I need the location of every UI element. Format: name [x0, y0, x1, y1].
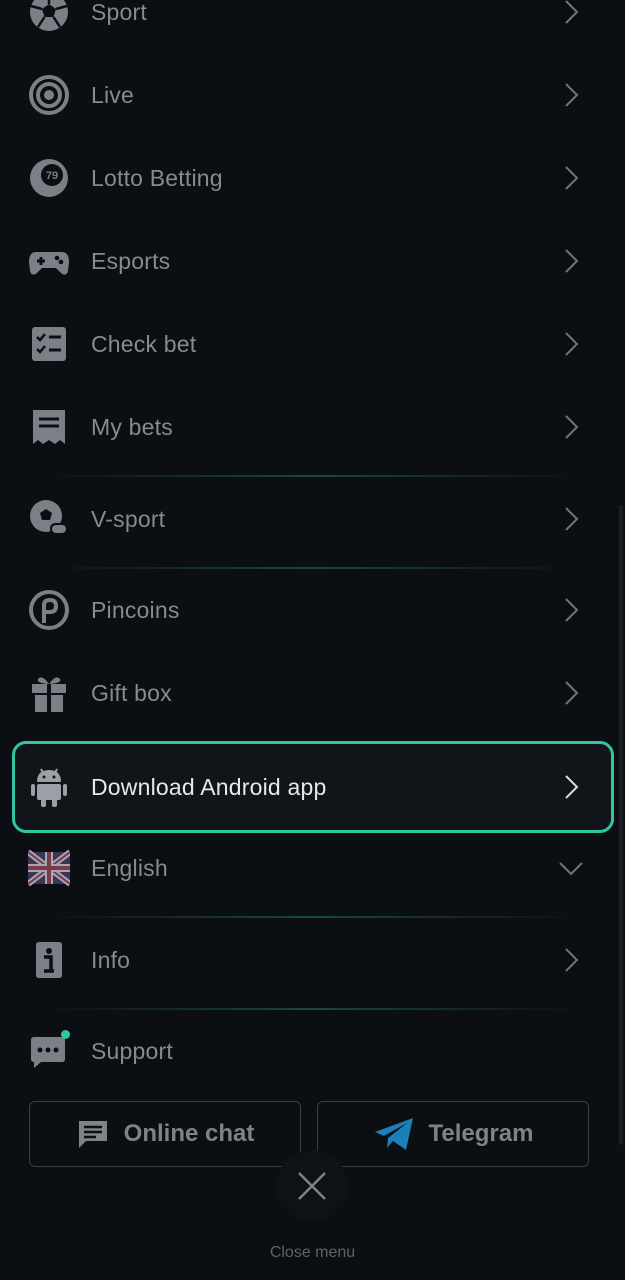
- chat-icon: [78, 1121, 107, 1148]
- telegram-label: Telegram: [428, 1120, 534, 1147]
- menu-item-label: My bets: [91, 413, 173, 440]
- menu-item-label: Gift box: [91, 679, 172, 706]
- chevron-right-icon: [558, 506, 584, 532]
- telegram-icon: [374, 1118, 413, 1150]
- telegram-button[interactable]: Telegram: [317, 1101, 589, 1167]
- menu-item-support: Support: [12, 1008, 614, 1094]
- lotto-ball-icon: 79: [28, 157, 70, 199]
- menu-item-language-english[interactable]: English: [12, 825, 614, 911]
- menu-item-label: English: [91, 854, 168, 881]
- menu-item-label: Esports: [91, 247, 171, 274]
- chevron-right-icon: [558, 597, 584, 623]
- menu-item-label: Sport: [91, 0, 147, 25]
- menu-item-esports[interactable]: Esports: [12, 218, 614, 304]
- uk-flag-icon: [28, 847, 70, 889]
- menu-item-check-bet[interactable]: Check bet: [12, 301, 614, 387]
- chevron-right-icon: [558, 0, 584, 25]
- menu-item-pincoins[interactable]: Pincoins: [12, 567, 614, 653]
- info-icon: [28, 939, 70, 981]
- menu-item-gift-box[interactable]: Gift box: [12, 650, 614, 736]
- chevron-right-icon: [558, 414, 584, 440]
- chevron-down-icon: [558, 855, 584, 881]
- menu-item-label: Support: [91, 1037, 173, 1064]
- menu-item-label: Check bet: [91, 330, 197, 357]
- gamepad-icon: [28, 240, 70, 282]
- chevron-right-icon: [558, 680, 584, 706]
- menu-item-sport[interactable]: Sport: [12, 0, 614, 55]
- menu-item-label: Info: [91, 946, 131, 973]
- chevron-right-icon: [558, 947, 584, 973]
- menu-item-label: V-sport: [91, 505, 166, 532]
- checklist-icon: [28, 323, 70, 365]
- scrollbar[interactable]: [619, 505, 623, 1145]
- online-status-dot: [61, 1030, 70, 1039]
- menu-item-my-bets[interactable]: My bets: [12, 384, 614, 470]
- menu-item-live[interactable]: Live: [12, 52, 614, 138]
- live-target-icon: [28, 74, 70, 116]
- soccer-ball-icon: [28, 0, 70, 33]
- gift-icon: [28, 672, 70, 714]
- android-icon: [28, 766, 70, 808]
- chevron-right-icon: [558, 165, 584, 191]
- online-chat-button[interactable]: Online chat: [29, 1101, 301, 1167]
- chevron-right-icon: [558, 774, 584, 800]
- menu-item-label: Download Android app: [91, 773, 327, 800]
- close-icon: [298, 1172, 326, 1200]
- close-menu-button[interactable]: [276, 1150, 348, 1222]
- close-menu-label: Close menu: [269, 1244, 356, 1261]
- virtual-sport-icon: [28, 498, 70, 540]
- menu-item-lotto-betting[interactable]: 79 Lotto Betting: [12, 135, 614, 221]
- menu-item-label: Lotto Betting: [91, 164, 223, 191]
- menu-item-label: Pincoins: [91, 596, 180, 623]
- online-chat-label: Online chat: [123, 1120, 255, 1147]
- svg-text:79: 79: [46, 170, 58, 182]
- menu-item-download-android-app[interactable]: Download Android app: [12, 741, 614, 833]
- receipt-icon: [28, 406, 70, 448]
- chevron-right-icon: [558, 82, 584, 108]
- pincoin-icon: [28, 589, 70, 631]
- chevron-right-icon: [558, 331, 584, 357]
- menu-item-v-sport[interactable]: V-sport: [12, 476, 614, 562]
- menu-item-label: Live: [91, 81, 134, 108]
- chevron-right-icon: [558, 248, 584, 274]
- side-menu: Sport Live 79 Lotto Betting Esports Chec…: [0, 0, 625, 1280]
- menu-item-info[interactable]: Info: [12, 917, 614, 1003]
